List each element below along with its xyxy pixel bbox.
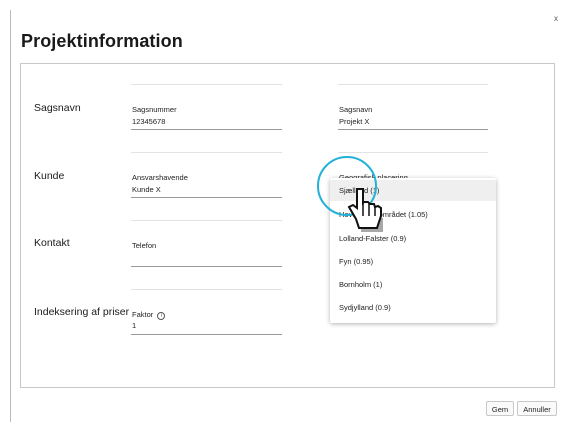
sagsnummer-underline <box>131 129 282 130</box>
window-border <box>10 10 11 422</box>
faktor-label-row: Faktor i <box>132 310 166 320</box>
dropdown-option[interactable]: Fyn (0.95) <box>330 251 496 272</box>
cancel-button[interactable]: Annuller <box>517 401 557 416</box>
section-label-indeksering: Indeksering af priser <box>34 306 130 318</box>
telefon-label: Telefon <box>132 241 157 250</box>
row-divider <box>338 152 488 153</box>
close-icon[interactable]: x <box>554 14 558 24</box>
row-divider <box>131 220 282 221</box>
ansvarshavende-underline <box>131 197 282 198</box>
sagsnavn-input[interactable]: Projekt X <box>339 117 369 126</box>
info-icon[interactable]: i <box>157 312 166 320</box>
row-divider <box>131 289 282 290</box>
sagsnummer-input[interactable]: 12345678 <box>132 117 165 126</box>
ansvarshavende-input[interactable]: Kunde X <box>132 185 161 194</box>
row-divider <box>338 84 488 85</box>
sagsnavn-underline <box>338 129 488 130</box>
dropdown-option[interactable]: Sydjylland (0.9) <box>330 297 496 318</box>
faktor-label: Faktor <box>132 310 154 319</box>
row-divider <box>131 152 282 153</box>
section-label-kunde: Kunde <box>34 170 65 182</box>
dropdown-option[interactable]: Bornholm (1) <box>330 274 496 295</box>
row-divider <box>131 84 282 85</box>
telefon-underline <box>131 266 282 267</box>
sagsnummer-label: Sagsnummer <box>132 105 177 114</box>
save-button[interactable]: Gem <box>486 401 514 416</box>
hand-pointer-icon <box>343 186 387 241</box>
section-label-kontakt: Kontakt <box>34 237 70 249</box>
ansvarshavende-label: Ansvarshavende <box>132 173 188 182</box>
page-title: Projektinformation <box>21 31 183 51</box>
faktor-underline <box>131 334 282 335</box>
faktor-input[interactable]: 1 <box>132 321 136 330</box>
section-label-sagsnavn: Sagsnavn <box>34 102 81 114</box>
sagsnavn-label: Sagsnavn <box>339 105 373 114</box>
